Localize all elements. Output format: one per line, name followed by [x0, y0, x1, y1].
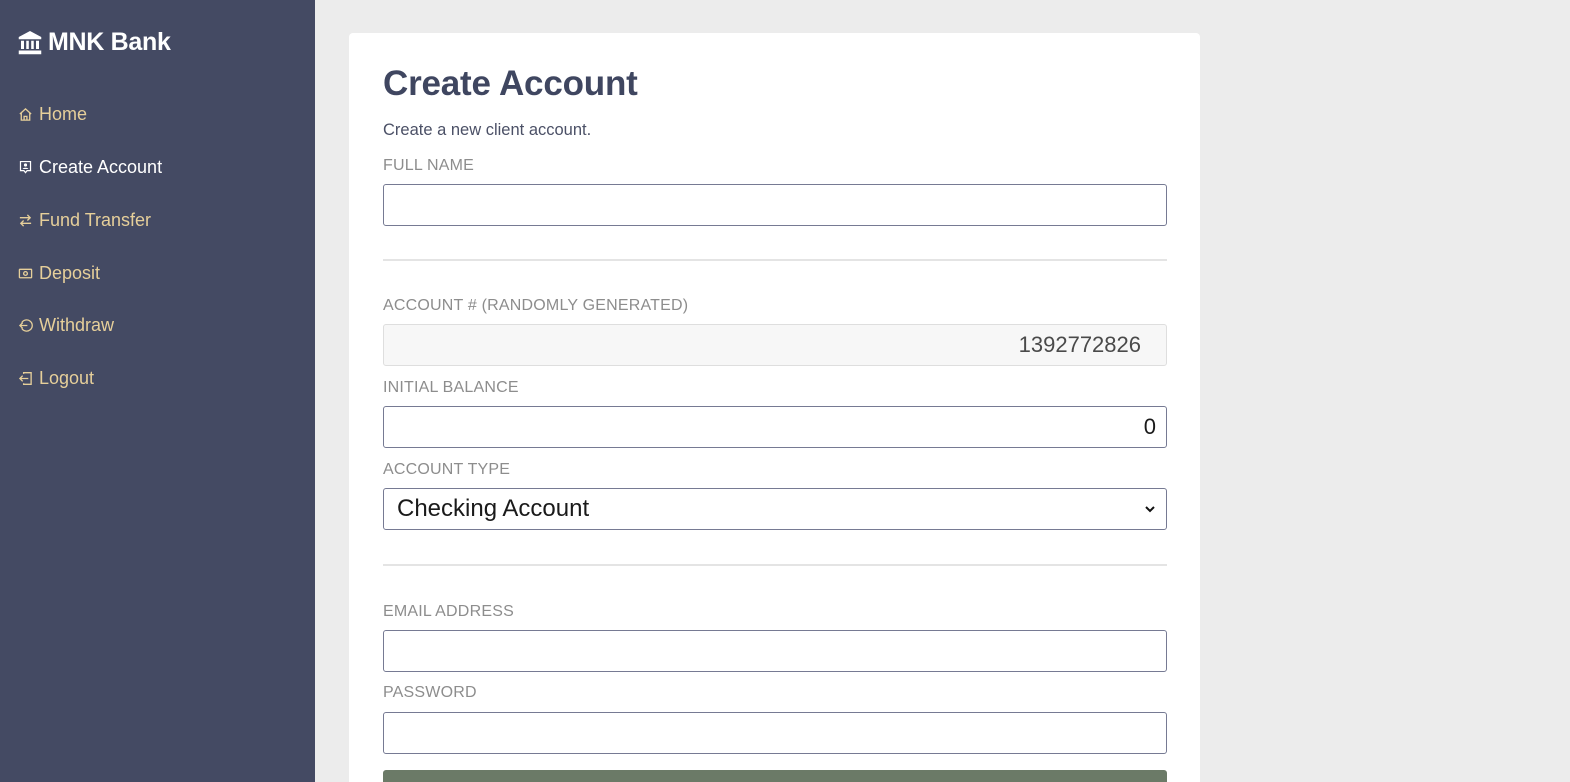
sidebar-item-label: Fund Transfer	[39, 209, 152, 230]
initial-balance-input[interactable]	[383, 406, 1167, 448]
sidebar-item-fund-transfer[interactable]: Fund Transfer	[18, 208, 151, 232]
full-name-input[interactable]	[383, 184, 1167, 226]
account-type-select[interactable]: Checking Account	[383, 488, 1167, 530]
sidebar: MNK Bank Home Create Account Fund Transf…	[0, 0, 315, 782]
box-arrow-left-icon	[18, 318, 33, 333]
sidebar-item-withdraw[interactable]: Withdraw	[18, 313, 114, 337]
initial-balance-label: INITIAL BALANCE	[383, 379, 519, 396]
account-type-label: ACCOUNT TYPE	[383, 461, 511, 478]
email-label: EMAIL ADDRESS	[383, 603, 514, 620]
password-label: PASSWORD	[383, 684, 477, 701]
arrows-exchange-icon	[18, 213, 33, 228]
full-name-label: FULL NAME	[383, 157, 475, 174]
brand[interactable]: MNK Bank	[18, 28, 171, 57]
sidebar-item-label: Deposit	[39, 262, 101, 283]
sidebar-item-create-account[interactable]: Create Account	[18, 155, 162, 179]
account-number-field	[383, 324, 1167, 366]
box-arrow-in-left-icon	[18, 371, 33, 386]
sidebar-item-deposit[interactable]: Deposit	[18, 261, 100, 285]
email-field[interactable]	[383, 630, 1167, 672]
brand-name: MNK Bank	[48, 28, 171, 56]
section-divider	[383, 564, 1167, 566]
account-type-selected: Checking Account	[397, 495, 590, 522]
section-divider	[383, 259, 1167, 261]
page-subtitle: Create a new client account.	[383, 121, 592, 139]
bank-icon	[18, 30, 42, 55]
sidebar-item-label: Home	[39, 103, 88, 124]
home-icon	[18, 107, 33, 122]
password-field[interactable]	[383, 712, 1167, 754]
sidebar-item-home[interactable]: Home	[18, 102, 87, 126]
sidebar-item-label: Logout	[39, 367, 95, 388]
account-number-label: ACCOUNT # (RANDOMLY GENERATED)	[383, 297, 689, 314]
person-badge-icon	[18, 160, 33, 175]
cash-icon	[18, 266, 33, 281]
sidebar-item-label: Withdraw	[39, 314, 115, 335]
sidebar-item-label: Create Account	[39, 156, 163, 177]
submit-button[interactable]	[383, 770, 1167, 782]
chevron-down-icon	[1144, 503, 1156, 515]
page-title: Create Account	[383, 64, 638, 103]
sidebar-item-logout[interactable]: Logout	[18, 366, 94, 390]
